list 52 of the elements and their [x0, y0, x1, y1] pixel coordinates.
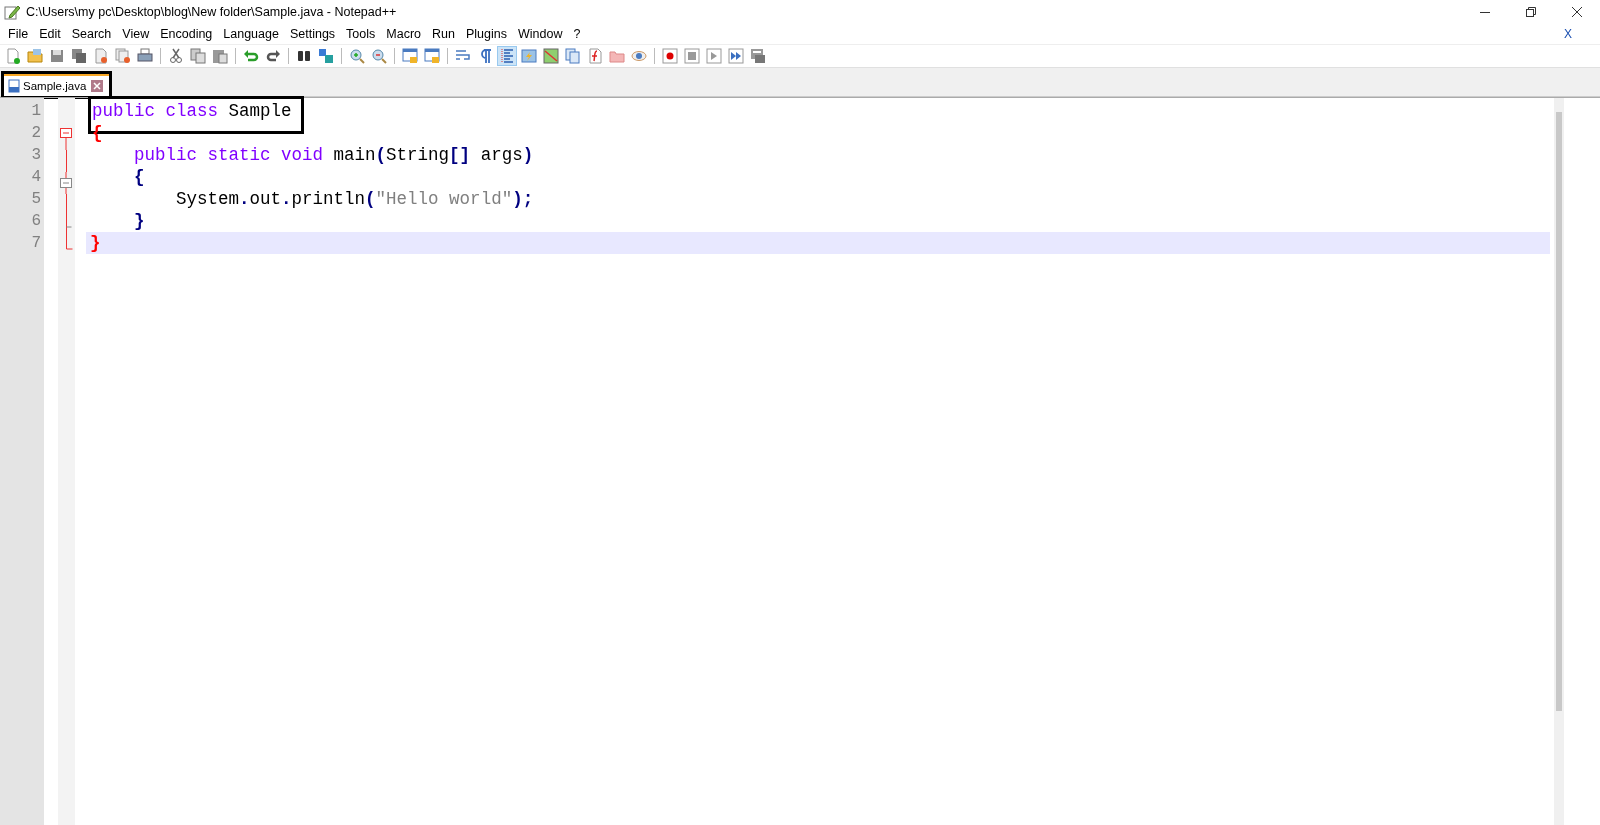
zoom-in-icon[interactable] [347, 46, 367, 66]
menu-item[interactable]: Encoding [154, 27, 218, 41]
menu-item[interactable]: Settings [283, 27, 341, 41]
fast-forward-icon[interactable] [726, 46, 746, 66]
menu-item[interactable]: Macro [380, 27, 427, 41]
tab-close-icon[interactable] [91, 80, 104, 92]
notepad-pencil-icon [4, 4, 20, 20]
play-icon[interactable] [704, 46, 724, 66]
code-line: public static void main(String[] args) [133, 144, 534, 166]
fold-toggle-icon[interactable] [60, 172, 72, 194]
code-line: System.out.println("Hello world"); [175, 188, 534, 210]
line-number: 2 [31, 124, 41, 142]
close-document-button[interactable]: X [1564, 27, 1572, 41]
restore-icon[interactable] [1525, 6, 1537, 18]
menu-item[interactable]: Run [426, 27, 460, 41]
menu-item[interactable]: Search [65, 27, 117, 41]
zoom-out-icon[interactable] [369, 46, 389, 66]
save-all-icon[interactable] [69, 46, 89, 66]
file-icon [8, 79, 20, 93]
menu-item[interactable]: Edit [33, 27, 66, 41]
file-tab[interactable]: Sample.java [4, 74, 110, 96]
line-number: 6 [31, 212, 41, 230]
code-line: { [133, 166, 145, 188]
minimize-icon[interactable] [1479, 11, 1491, 13]
open-folder-icon[interactable] [25, 46, 45, 66]
line-number: 1 [31, 102, 41, 120]
window-title: C:\Users\my pc\Desktop\blog\New folder\Sample.java - Notepad++ [26, 5, 397, 19]
fold-toggle-icon[interactable] [60, 128, 72, 150]
line-number: 7 [31, 234, 41, 252]
vertical-scrollbar[interactable] [1554, 98, 1564, 825]
menu-item[interactable]: File [2, 27, 34, 41]
close-icon[interactable] [1571, 6, 1583, 18]
code-line: } [90, 232, 101, 254]
code-line: } [133, 210, 145, 232]
record-icon[interactable] [660, 46, 680, 66]
map-icon[interactable] [541, 46, 561, 66]
save-macro-icon[interactable] [748, 46, 768, 66]
lightning-window-icon[interactable] [519, 46, 539, 66]
indent-guide-icon[interactable] [497, 46, 517, 66]
line-number: 3 [31, 146, 41, 164]
menu-item[interactable]: Tools [340, 27, 381, 41]
menu-item[interactable]: ? [567, 27, 586, 41]
line-number: 5 [31, 190, 41, 208]
menu-item[interactable]: Language [217, 27, 284, 41]
close-all-icon[interactable] [113, 46, 133, 66]
menu-item[interactable]: Plugins [459, 27, 512, 41]
documents-icon[interactable] [563, 46, 583, 66]
line-number: 4 [31, 168, 41, 186]
menu-item[interactable]: View [116, 27, 155, 41]
stop-icon[interactable] [682, 46, 702, 66]
menu-item[interactable]: Window [511, 27, 568, 41]
copy-icon[interactable] [188, 46, 208, 66]
